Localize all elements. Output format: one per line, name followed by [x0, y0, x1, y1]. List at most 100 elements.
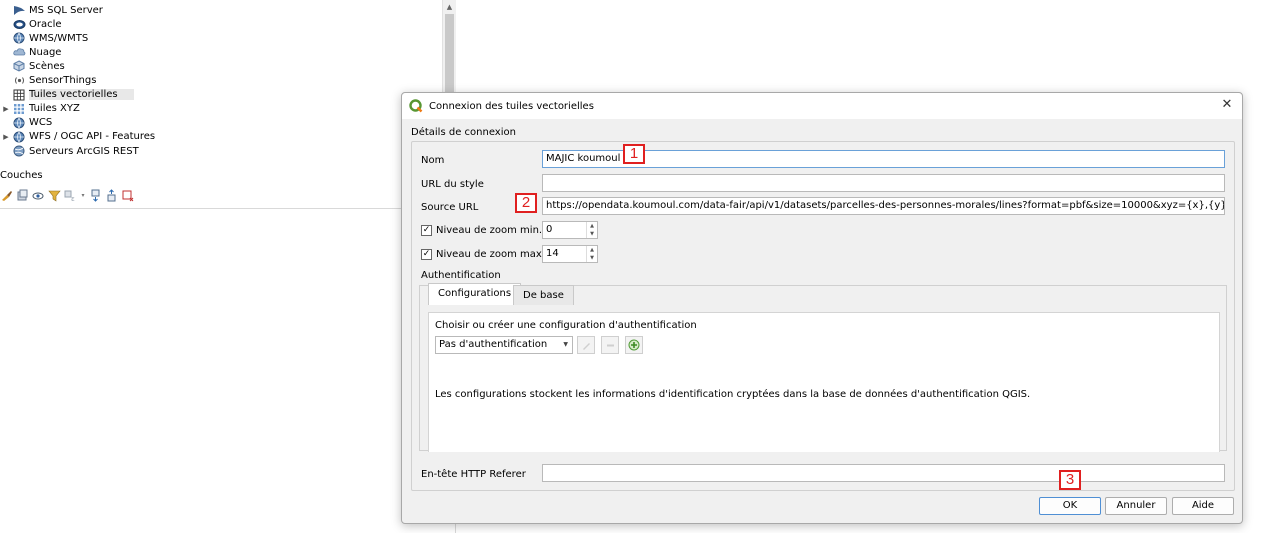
browser-item[interactable]: MS SQL Server [0, 3, 103, 17]
collapse-all-icon[interactable] [105, 188, 118, 202]
scrollbar-thumb[interactable] [445, 14, 454, 104]
source-url-input[interactable]: https://opendata.koumoul.com/data-fair/a… [542, 197, 1225, 215]
browser-item-label: Serveurs ArcGIS REST [29, 145, 139, 157]
qgis-logo-icon [409, 99, 423, 113]
filter-icon[interactable] [48, 189, 61, 202]
pencil-icon [582, 342, 590, 350]
browser-item[interactable]: Oracle [0, 17, 62, 31]
layers-list[interactable] [0, 209, 456, 533]
filter-expression-icon[interactable]: ε [64, 189, 77, 202]
browser-item[interactable]: WCS [0, 116, 52, 130]
mssql-icon [12, 4, 26, 16]
plus-icon [628, 339, 640, 351]
browser-item[interactable]: WMS/WMTS [0, 31, 88, 45]
zoom-min-value: 0 [546, 224, 553, 235]
browser-item-label: WCS [29, 117, 53, 129]
visibility-eye-icon[interactable] [32, 189, 45, 202]
zoom-max-checkbox[interactable]: ✓ [421, 249, 432, 260]
browser-item-label: Tuiles vectorielles [29, 89, 134, 101]
sensor-icon [12, 75, 26, 87]
spin-down-icon[interactable]: ▼ [587, 230, 597, 238]
expand-arrow-icon[interactable]: ▶ [0, 133, 12, 141]
connection-details-title: Détails de connexion [411, 127, 516, 138]
remove-layer-icon[interactable] [121, 189, 134, 202]
auth-section-title: Authentification [421, 270, 501, 281]
source-url-label: Source URL [421, 202, 479, 213]
scroll-up-arrow-icon[interactable]: ▲ [443, 0, 456, 14]
zoom-min-spinbox[interactable]: 0 ▲ ▼ [542, 221, 598, 239]
chevron-down-icon: ▼ [563, 341, 568, 348]
arcgis-globe-icon [12, 145, 26, 157]
browser-item[interactable]: Scènes [0, 59, 65, 73]
auth-config-value: Pas d'authentification [439, 339, 548, 350]
browser-panel: MS SQL Server Oracle WMS/WMTS Nuage Scènes Se… [0, 0, 456, 166]
vector-tiles-connection-dialog: Connexion des tuiles vectorielles ✕ Déta… [401, 92, 1243, 524]
cancel-button[interactable]: Annuler [1105, 497, 1167, 515]
annotation-marker-2: 2 [515, 193, 537, 213]
add-group-icon[interactable] [16, 189, 29, 202]
dialog-title: Connexion des tuiles vectorielles [429, 100, 594, 112]
name-label: Nom [421, 155, 445, 166]
zoom-max-stepper[interactable]: ▲ ▼ [586, 246, 597, 262]
style-url-label: URL du style [421, 179, 484, 190]
style-brush-icon[interactable] [0, 189, 13, 202]
spin-up-icon[interactable]: ▲ [587, 222, 597, 230]
zoom-min-label: Niveau de zoom min. [436, 225, 543, 236]
minus-icon [606, 344, 614, 346]
browser-item[interactable]: ▶ WFS / OGC API - Features [0, 130, 155, 144]
tab-de-base[interactable]: De base [513, 285, 574, 305]
spin-down-icon[interactable]: ▼ [587, 254, 597, 262]
browser-item-label: WMS/WMTS [29, 32, 89, 44]
zoom-max-value: 14 [546, 248, 559, 259]
annotation-marker-3: 3 [1059, 470, 1081, 490]
globe-icon [12, 131, 26, 143]
auth-config-select[interactable]: Pas d'authentification ▼ [435, 336, 573, 354]
add-config-button[interactable] [625, 336, 643, 354]
browser-item[interactable]: SensorThings [0, 74, 96, 88]
edit-config-button[interactable] [577, 336, 595, 354]
browser-item[interactable]: ▶ Tuiles XYZ [0, 102, 80, 116]
expand-arrow-icon[interactable]: ▶ [0, 105, 12, 113]
spin-up-icon[interactable]: ▲ [587, 246, 597, 254]
browser-item[interactable]: Tuiles vectorielles [0, 88, 134, 102]
globe-icon [12, 32, 26, 44]
layers-panel-title: Couches [0, 170, 43, 181]
annotation-marker-1: 1 [623, 144, 645, 164]
dropdown-arrow-icon[interactable]: ▾ [80, 189, 86, 202]
expand-all-icon[interactable] [89, 189, 102, 202]
browser-item-label: Scènes [29, 60, 65, 72]
browser-item[interactable]: Nuage [0, 45, 61, 59]
zoom-min-stepper[interactable]: ▲ ▼ [586, 222, 597, 238]
cloud-icon [12, 46, 26, 58]
xyz-tiles-icon [12, 103, 26, 115]
style-url-input[interactable] [542, 174, 1225, 192]
auth-info-text: Les configurations stockent les informat… [435, 389, 1031, 400]
auth-frame: Configurations De base Choisir ou créer … [419, 283, 1227, 452]
tab-configurations[interactable]: Configurations [428, 283, 522, 305]
remove-config-button[interactable] [601, 336, 619, 354]
referer-input[interactable] [542, 464, 1225, 482]
zoom-max-label: Niveau de zoom max. [436, 249, 546, 260]
vector-tiles-icon [12, 89, 26, 101]
globe-icon [12, 117, 26, 129]
browser-item-label: WFS / OGC API - Features [29, 131, 156, 143]
close-icon[interactable]: ✕ [1220, 98, 1234, 112]
ok-button[interactable]: OK [1039, 497, 1101, 515]
browser-item-label: SensorThings [29, 75, 97, 86]
browser-item-label: Oracle [29, 18, 62, 30]
browser-tree: MS SQL Server Oracle WMS/WMTS Nuage Scènes Se… [0, 0, 442, 166]
svg-text:ε: ε [71, 195, 75, 202]
oracle-icon [12, 18, 26, 30]
referer-label: En-tête HTTP Referer [421, 469, 526, 480]
zoom-min-checkbox[interactable]: ✓ [421, 225, 432, 236]
dialog-titlebar[interactable]: Connexion des tuiles vectorielles ✕ [402, 93, 1242, 119]
browser-item-label: MS SQL Server [29, 4, 103, 16]
browser-item[interactable]: Serveurs ArcGIS REST [0, 144, 139, 158]
help-button[interactable]: Aide [1172, 497, 1234, 515]
browser-item-label: Nuage [29, 46, 62, 58]
auth-tab-content: Choisir ou créer une configuration d'aut… [428, 312, 1220, 452]
scene-icon [12, 60, 26, 72]
auth-choose-label: Choisir ou créer une configuration d'aut… [435, 320, 697, 331]
browser-item-label: Tuiles XYZ [29, 103, 80, 115]
zoom-max-spinbox[interactable]: 14 ▲ ▼ [542, 245, 598, 263]
